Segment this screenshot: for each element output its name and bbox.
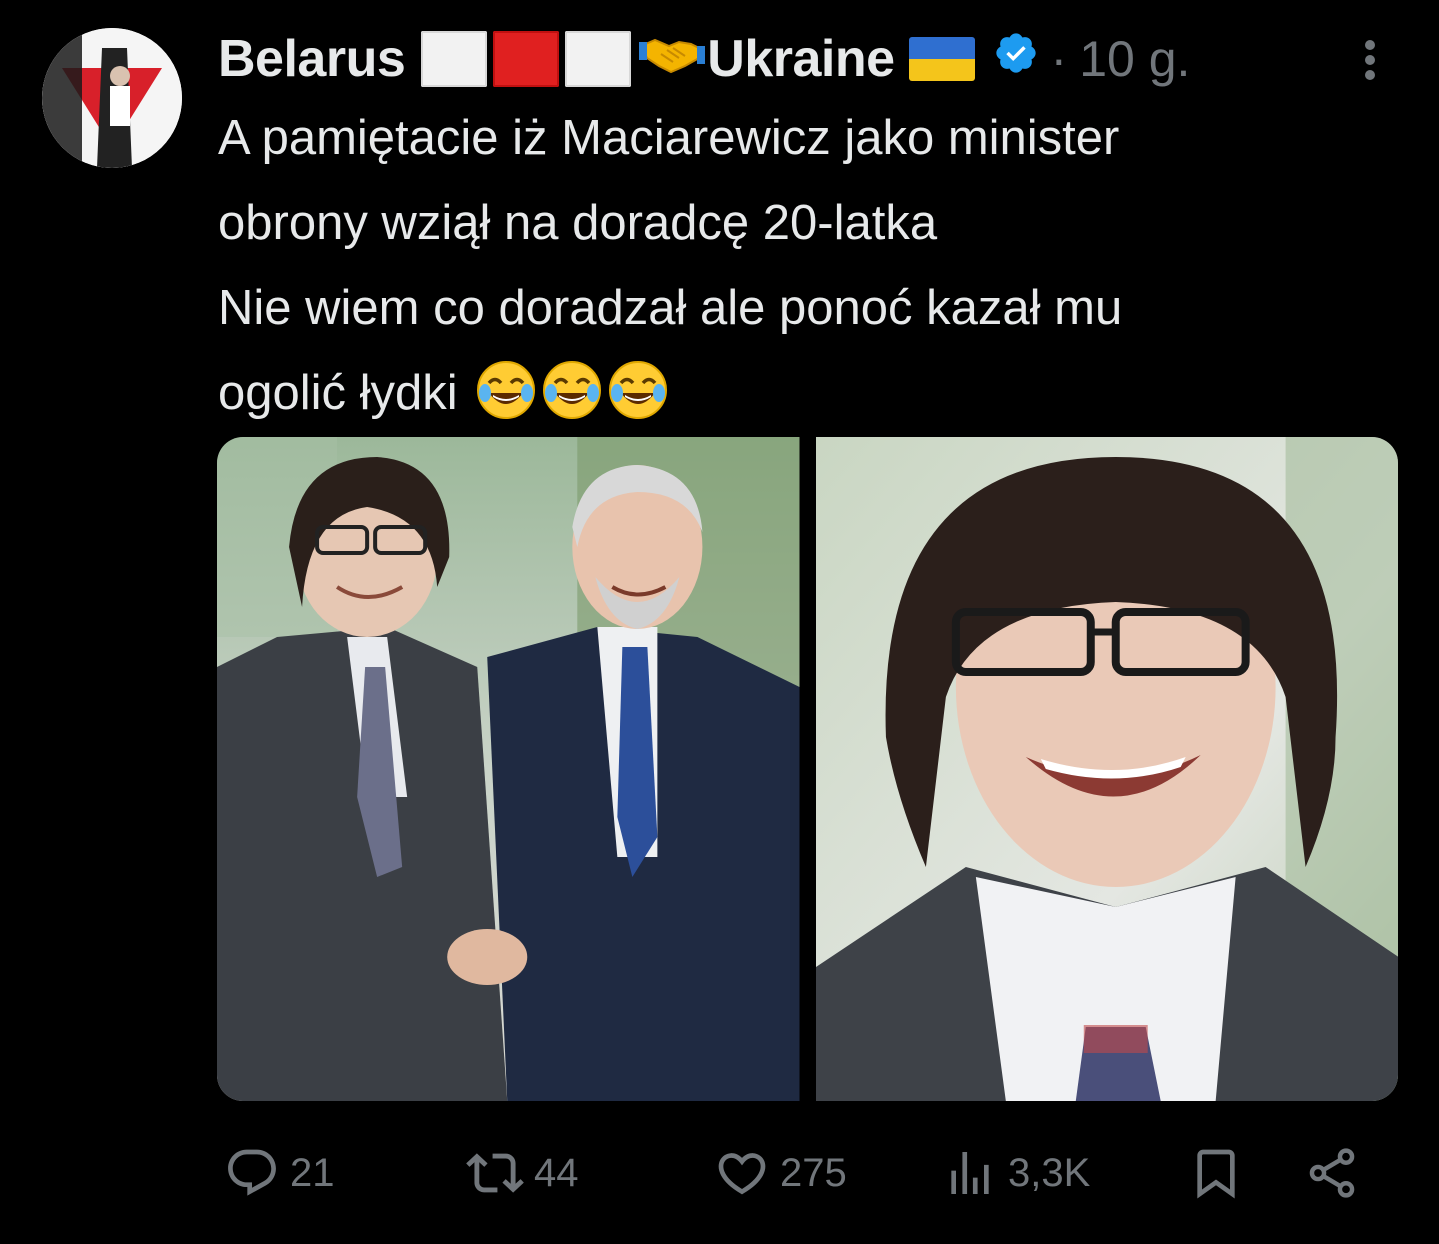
reply-button[interactable]: 21 [224, 1140, 335, 1206]
more-options-icon[interactable] [1352, 36, 1392, 84]
heart-icon [718, 1153, 766, 1195]
tweet-line: obrony wziął na doradcę 20-latka [218, 196, 938, 250]
share-icon [1309, 1148, 1355, 1198]
reply-count: 21 [290, 1150, 335, 1195]
verified-badge-icon [993, 29, 1039, 89]
reply-icon [228, 1149, 276, 1196]
action-bar: 21 44 275 3,3K [220, 1140, 1370, 1206]
tweet-media [217, 437, 1398, 1101]
photo-young-man-portrait[interactable] [815, 437, 1398, 1101]
tweet-line: Nie wiem co doradzał ale ponoć kazał mu [218, 281, 1123, 335]
tears-of-joy-emoji [607, 359, 669, 421]
share-button[interactable] [1304, 1140, 1360, 1206]
belarus-flag-emoji [421, 31, 637, 87]
tweet-text: A pamiętacie iż Maciarewicz jako ministe… [218, 96, 1398, 436]
tweet-header: Belarus Ukraine · 10 g. [218, 26, 1190, 92]
like-button[interactable]: 275 [714, 1140, 847, 1206]
tears-of-joy-emoji [541, 359, 603, 421]
tweet-separator: · [1050, 31, 1068, 87]
tweet-timestamp[interactable]: 10 g. [1079, 30, 1190, 88]
photo-two-men-handshake[interactable] [217, 437, 800, 1101]
avatar-image [42, 28, 182, 168]
tweet-line-last: ogolić łydki [218, 351, 1398, 436]
repost-icon [466, 1153, 524, 1193]
like-count: 275 [780, 1150, 847, 1195]
author-name-text: Belarus [218, 30, 406, 88]
author-name-suffix: Ukraine [707, 30, 895, 88]
bookmark-icon [1197, 1149, 1235, 1199]
repost-count: 44 [534, 1150, 579, 1195]
tweet-line: ogolić łydki [218, 366, 458, 420]
author-name[interactable]: Belarus Ukraine [218, 29, 1039, 89]
views-button[interactable]: 3,3K [942, 1140, 1090, 1206]
ukraine-flag-emoji [908, 37, 975, 81]
repost-button[interactable]: 44 [466, 1140, 579, 1206]
avatar[interactable] [42, 28, 182, 168]
tweet[interactable]: Belarus Ukraine · 10 g. A pamiętacie iż … [0, 0, 1439, 1244]
views-count: 3,3K [1008, 1150, 1091, 1195]
tears-of-joy-emoji [475, 359, 537, 421]
views-icon [951, 1152, 989, 1194]
handshake-emoji [639, 29, 706, 89]
tweet-line: A pamiętacie iż Maciarewicz jako ministe… [218, 111, 1120, 165]
bookmark-button[interactable] [1188, 1140, 1244, 1206]
